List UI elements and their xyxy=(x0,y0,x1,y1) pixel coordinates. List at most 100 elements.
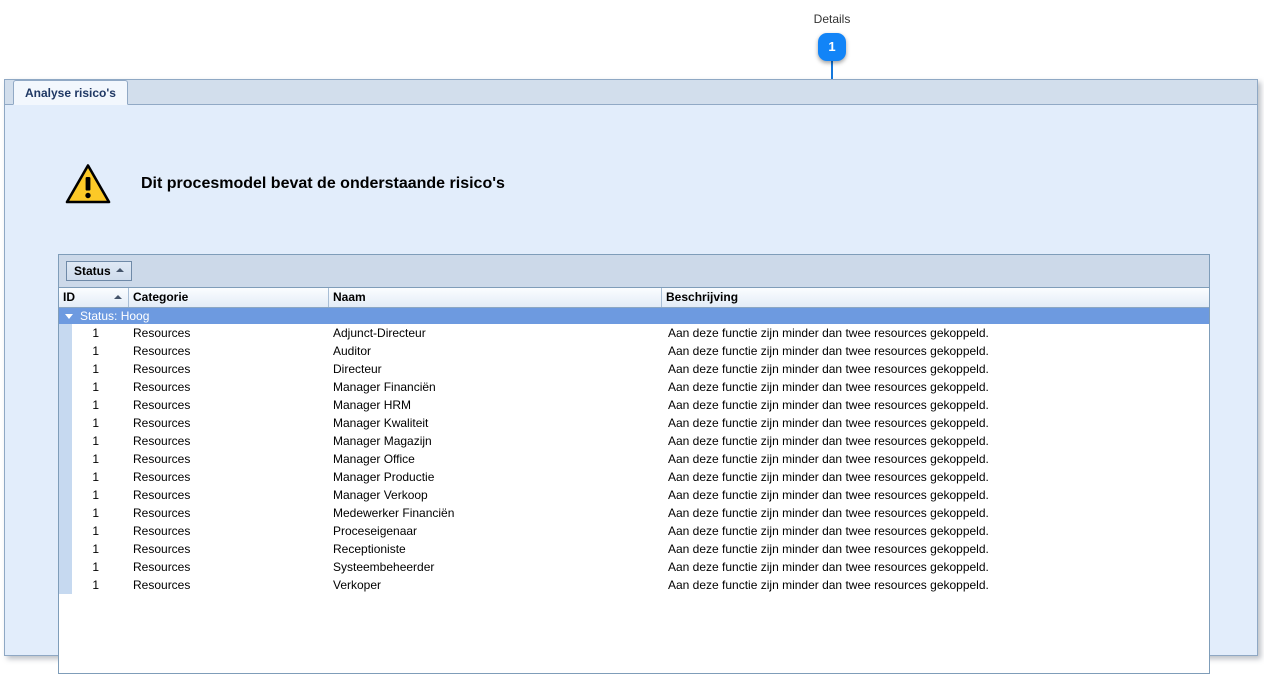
cell-id: 1 xyxy=(92,488,99,502)
cell-categorie: Resources xyxy=(133,380,191,394)
tab-analyse-risicos[interactable]: Analyse risico's xyxy=(13,80,128,105)
warning-heading: Dit procesmodel bevat de onderstaande ri… xyxy=(65,163,505,205)
row-indicator xyxy=(59,522,72,540)
column-header-naam[interactable]: Naam xyxy=(329,288,662,307)
table-row[interactable]: 1 Resources Manager HRM Aan deze functie zi… xyxy=(59,396,1209,414)
cell-spacer xyxy=(105,414,129,432)
table-row[interactable]: 1 Resources Receptioniste Aan deze functie … xyxy=(59,540,1209,558)
group-row-status-hoog[interactable]: Status: Hoog xyxy=(59,308,1209,324)
cell-categorie: Resources xyxy=(133,344,191,358)
cell-spacer xyxy=(105,468,129,486)
cell-id: 1 xyxy=(92,362,99,376)
cell-id: 1 xyxy=(92,506,99,520)
panel-body: Dit procesmodel bevat de onderstaande ri… xyxy=(5,105,1257,674)
column-header-beschrijving[interactable]: Beschrijving xyxy=(662,288,1209,307)
cell-beschrijving: Aan deze functie zijn minder dan twee re… xyxy=(668,488,989,502)
chevron-down-icon[interactable] xyxy=(65,313,73,319)
row-indicator xyxy=(59,468,72,486)
table-row[interactable]: 1 Resources Directeur Aan deze functie zijn… xyxy=(59,360,1209,378)
cell-categorie: Resources xyxy=(133,488,191,502)
cell-spacer xyxy=(105,540,129,558)
cell-id: 1 xyxy=(92,326,99,340)
cell-spacer xyxy=(105,558,129,576)
row-indicator xyxy=(59,360,72,378)
table-row[interactable]: 1 Resources Systeembeheerder Aan deze funct… xyxy=(59,558,1209,576)
cell-spacer xyxy=(105,504,129,522)
cell-id: 1 xyxy=(92,416,99,430)
cell-categorie: Resources xyxy=(133,326,191,340)
table-row[interactable]: 1 Resources Manager Financiën Aan deze func… xyxy=(59,378,1209,396)
row-indicator xyxy=(59,450,72,468)
row-indicator xyxy=(59,540,72,558)
cell-naam: Systeembeheerder xyxy=(333,560,435,574)
cell-naam: Directeur xyxy=(333,362,382,376)
column-header-id-label: ID xyxy=(63,290,75,304)
table-row[interactable]: 1 Resources Adjunct-Directeur Aan deze func… xyxy=(59,324,1209,342)
cell-beschrijving: Aan deze functie zijn minder dan twee re… xyxy=(668,542,989,556)
cell-categorie: Resources xyxy=(133,398,191,412)
cell-id: 1 xyxy=(92,434,99,448)
cell-id: 1 xyxy=(92,524,99,538)
cell-id: 1 xyxy=(92,470,99,484)
heading-text: Dit procesmodel bevat de onderstaande ri… xyxy=(141,175,505,192)
group-by-status-label: Status xyxy=(74,264,111,278)
row-indicator xyxy=(59,324,72,342)
row-indicator xyxy=(59,432,72,450)
cell-naam: Proceseigenaar xyxy=(333,524,418,538)
table-row[interactable]: 1 Resources Manager Productie Aan deze func… xyxy=(59,468,1209,486)
table-row[interactable]: 1 Resources Manager Office Aan deze functie… xyxy=(59,450,1209,468)
cell-spacer xyxy=(105,486,129,504)
column-header-id[interactable]: ID xyxy=(59,288,129,307)
row-indicator xyxy=(59,414,72,432)
row-indicator xyxy=(59,576,72,594)
grid-rows: 1 Resources Adjunct-Directeur Aan deze func… xyxy=(59,324,1209,594)
cell-naam: Auditor xyxy=(333,344,372,358)
cell-naam: Manager Financiën xyxy=(333,380,436,394)
cell-categorie: Resources xyxy=(133,560,191,574)
table-row[interactable]: 1 Resources Proceseigenaar Aan deze functie… xyxy=(59,522,1209,540)
analysis-window: Analyse risico's Dit procesmodel bevat d… xyxy=(4,79,1258,674)
cell-id: 1 xyxy=(92,560,99,574)
row-indicator xyxy=(59,342,72,360)
table-row[interactable]: 1 Resources Manager Kwaliteit Aan deze func… xyxy=(59,414,1209,432)
cell-naam: Manager HRM xyxy=(333,398,412,412)
grid-header-row: ID Categorie Naam Beschrijving xyxy=(59,288,1209,308)
cell-spacer xyxy=(105,450,129,468)
cell-categorie: Resources xyxy=(133,416,191,430)
table-row[interactable]: 1 Resources Medewerker Financiën Aan deze f… xyxy=(59,504,1209,522)
cell-beschrijving: Aan deze functie zijn minder dan twee re… xyxy=(668,362,989,376)
group-by-status-button[interactable]: Status xyxy=(66,261,132,281)
cell-beschrijving: Aan deze functie zijn minder dan twee re… xyxy=(668,416,989,430)
table-row[interactable]: 1 Resources Manager Magazijn Aan deze funct… xyxy=(59,432,1209,450)
row-indicator xyxy=(59,558,72,576)
row-indicator xyxy=(59,378,72,396)
cell-beschrijving: Aan deze functie zijn minder dan twee re… xyxy=(668,398,989,412)
row-indicator xyxy=(59,504,72,522)
cell-spacer xyxy=(105,432,129,450)
cell-naam: Manager Verkoop xyxy=(333,488,428,502)
table-row[interactable]: 1 Resources Manager Verkoop Aan deze functi… xyxy=(59,486,1209,504)
cell-spacer xyxy=(105,360,129,378)
cell-categorie: Resources xyxy=(133,542,191,556)
cell-id: 1 xyxy=(92,344,99,358)
table-row[interactable]: 1 Resources Auditor Aan deze functie zijn m… xyxy=(59,342,1209,360)
table-row[interactable]: 1 Resources Verkoper Aan deze functie zijn … xyxy=(59,576,1209,594)
cell-beschrijving: Aan deze functie zijn minder dan twee re… xyxy=(668,506,989,520)
row-indicator xyxy=(59,396,72,414)
cell-categorie: Resources xyxy=(133,524,191,538)
cell-id: 1 xyxy=(92,452,99,466)
cell-spacer xyxy=(105,342,129,360)
cell-beschrijving: Aan deze functie zijn minder dan twee re… xyxy=(668,326,989,340)
cell-beschrijving: Aan deze functie zijn minder dan twee re… xyxy=(668,380,989,394)
cell-categorie: Resources xyxy=(133,578,191,592)
group-row-label: Status: Hoog xyxy=(80,309,150,323)
cell-naam: Manager Productie xyxy=(333,470,435,484)
row-indicator xyxy=(59,486,72,504)
tab-strip: Analyse risico's xyxy=(5,80,1257,105)
callout-badge-1[interactable]: 1 xyxy=(818,33,846,61)
column-header-categorie[interactable]: Categorie xyxy=(129,288,329,307)
cell-naam: Receptioniste xyxy=(333,542,406,556)
cell-id: 1 xyxy=(92,578,99,592)
cell-naam: Verkoper xyxy=(333,578,382,592)
cell-beschrijving: Aan deze functie zijn minder dan twee re… xyxy=(668,470,989,484)
